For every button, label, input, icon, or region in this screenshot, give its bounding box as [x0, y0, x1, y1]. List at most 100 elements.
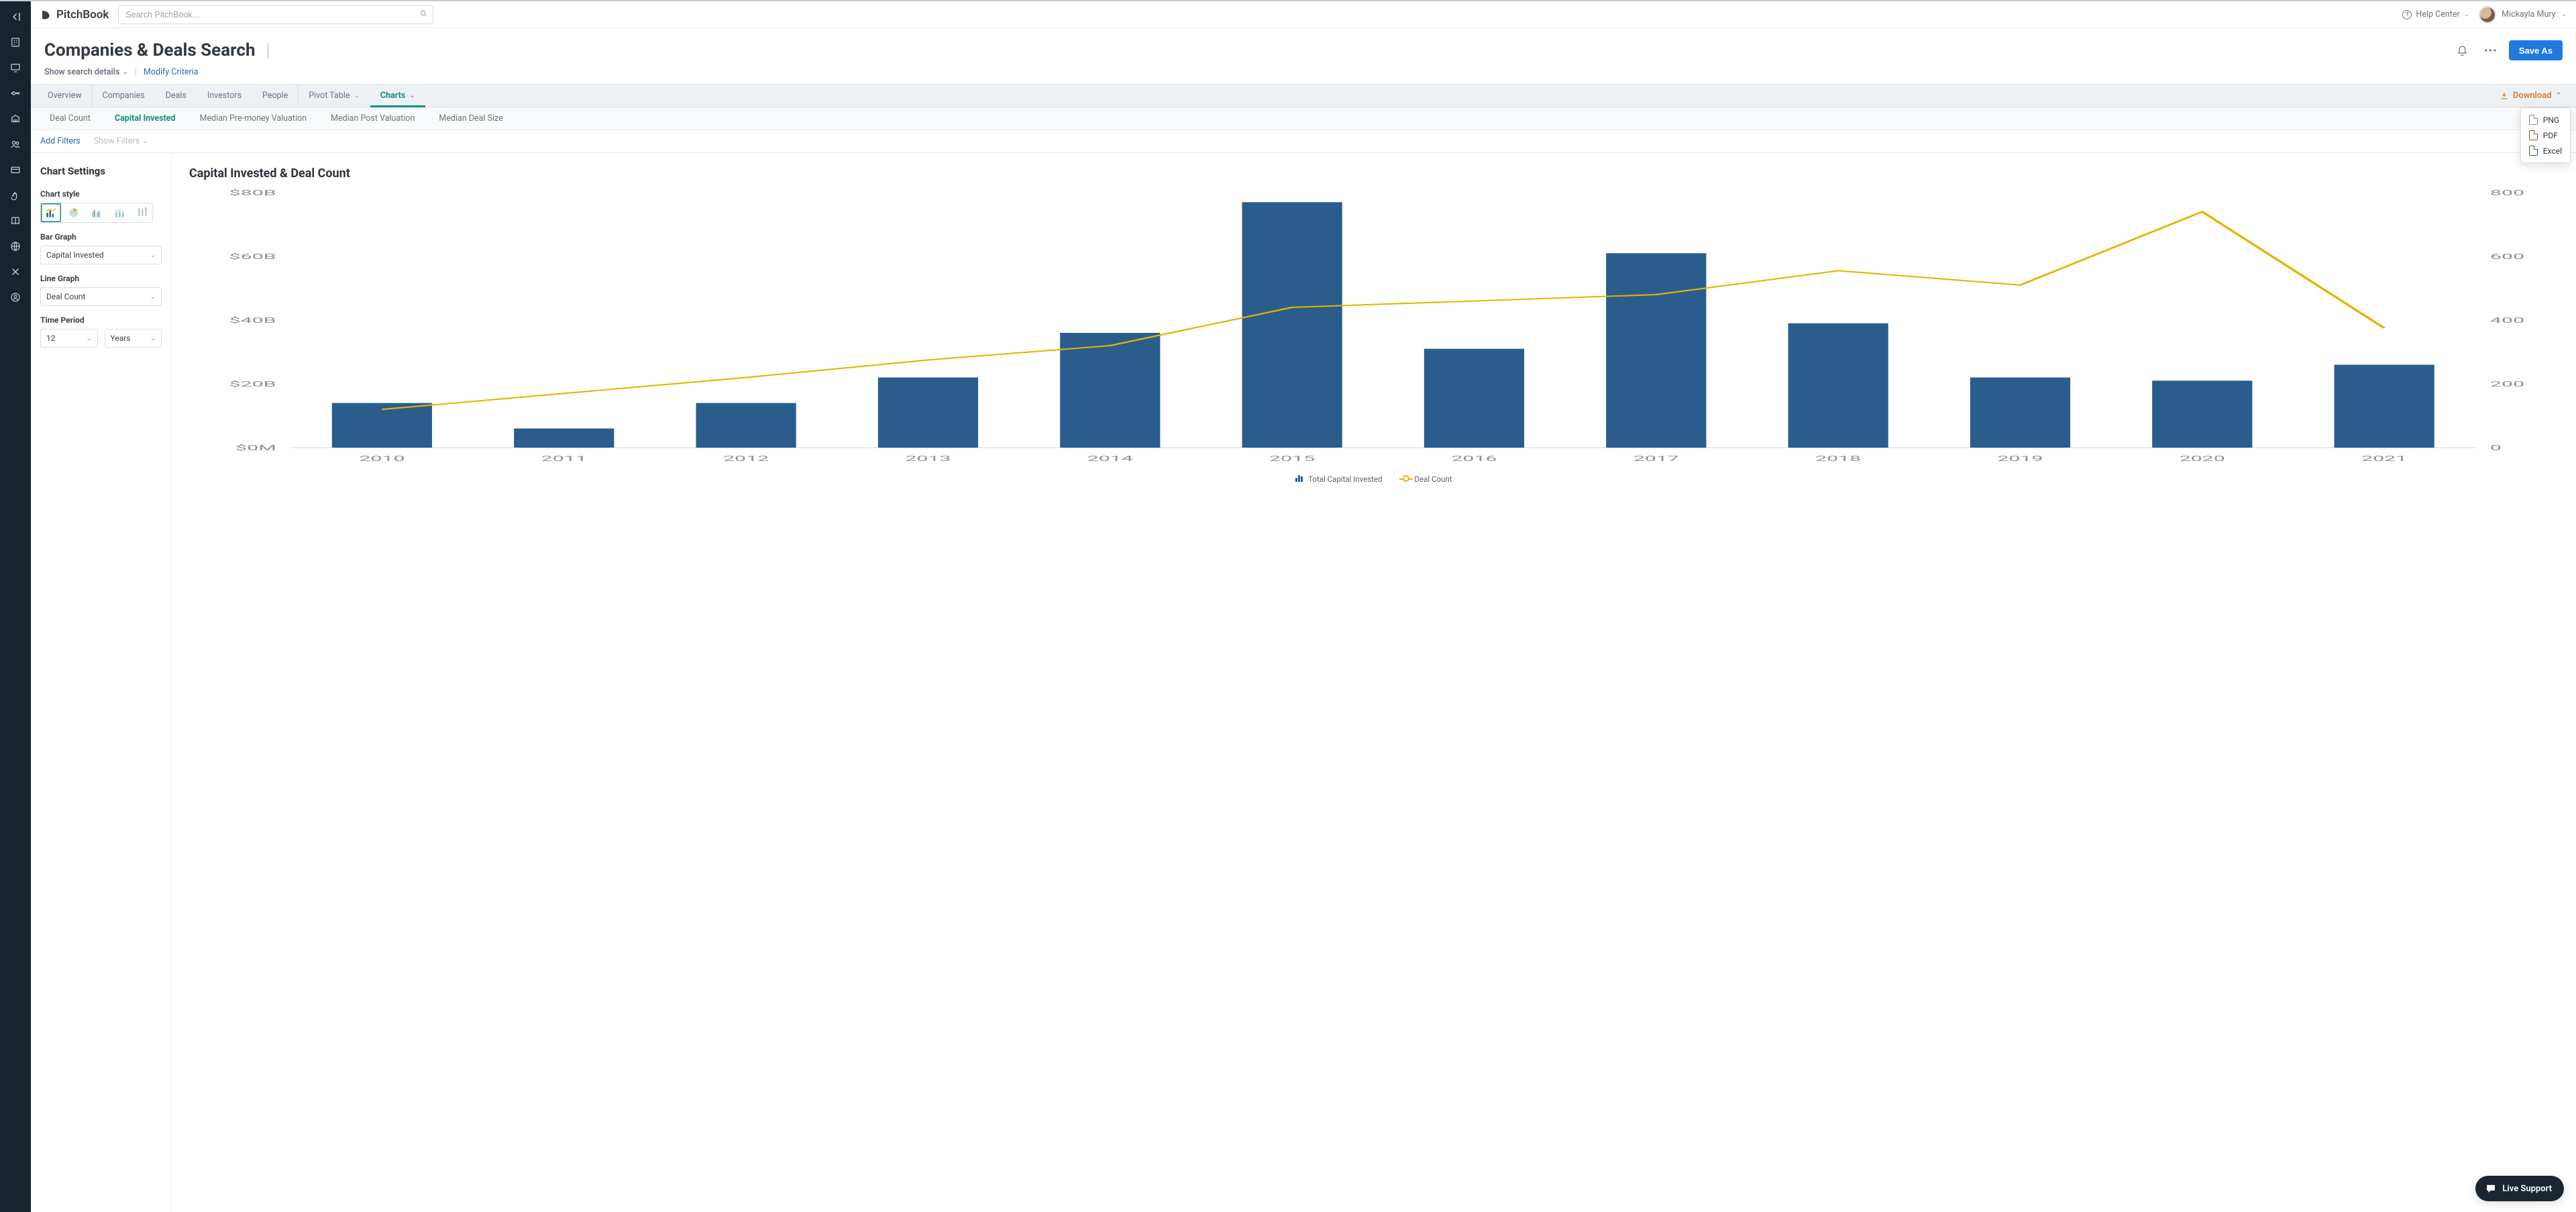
svg-text:2015: 2015: [1269, 454, 1315, 463]
help-icon: ?: [2402, 10, 2412, 19]
style-pie[interactable]: [64, 203, 84, 222]
svg-text:2016: 2016: [1451, 454, 1497, 463]
bar: [1606, 253, 1706, 448]
download-png[interactable]: PNG: [2521, 112, 2570, 128]
title-caret: |: [266, 40, 270, 60]
subtab-median-deal-size[interactable]: Median Deal Size: [427, 107, 515, 130]
nav-book-icon[interactable]: [9, 215, 21, 227]
style-grouped-bar[interactable]: [87, 203, 107, 222]
bar: [696, 403, 796, 448]
bar-graph-select[interactable]: Capital Invested ⌄: [40, 246, 162, 264]
brand-text: PitchBook: [56, 8, 109, 21]
svg-text:2018: 2018: [1815, 454, 1861, 463]
show-details-toggle[interactable]: Show search details ⌄: [44, 67, 128, 77]
tab-deals[interactable]: Deals: [156, 85, 197, 107]
line-graph-select[interactable]: Deal Count ⌄: [40, 287, 162, 306]
bar: [2152, 381, 2252, 448]
chart-legend: Total Capital Invested Deal Count: [189, 474, 2559, 484]
svg-text:200: 200: [2490, 380, 2524, 389]
style-stacked-bar[interactable]: [109, 203, 129, 222]
nav-companies-icon[interactable]: [9, 36, 21, 48]
nav-globe-icon[interactable]: [9, 240, 21, 252]
bar: [1424, 349, 1524, 448]
subtab-median-pre-money-valuation[interactable]: Median Pre-money Valuation: [188, 107, 319, 130]
chevron-down-icon: ⌄: [354, 92, 360, 99]
page-header: Companies & Deals Search | Show search d…: [31, 28, 2576, 85]
nav-tools-icon[interactable]: [9, 266, 21, 278]
help-center[interactable]: ? Help Center ⌄: [2402, 9, 2469, 19]
svg-text:2012: 2012: [723, 454, 769, 463]
tab-investors[interactable]: Investors: [197, 85, 252, 107]
svg-text:0: 0: [2490, 444, 2502, 452]
nav-institution-icon[interactable]: [9, 113, 21, 125]
topbar: PitchBook ? Help Center ⌄ Mickayla Mury …: [31, 1, 2576, 28]
download-menu-toggle[interactable]: Download ⌃: [2491, 85, 2569, 107]
bar: [1788, 323, 1888, 448]
svg-text:2010: 2010: [359, 454, 405, 463]
brand-logo[interactable]: PitchBook: [40, 8, 109, 21]
tab-companies[interactable]: Companies: [93, 85, 156, 107]
user-menu[interactable]: Mickayla Mury ⌄: [2479, 6, 2567, 23]
notifications-icon[interactable]: [2453, 40, 2473, 60]
svg-text:$80B: $80B: [229, 189, 276, 197]
svg-text:$60B: $60B: [229, 252, 276, 261]
page-title: Companies & Deals Search: [44, 40, 256, 60]
file-pdf-icon: [2529, 130, 2538, 140]
bar: [878, 378, 978, 448]
left-nav-rail: [0, 1, 31, 1212]
nav-profile-icon[interactable]: [9, 291, 21, 303]
bar: [2334, 365, 2434, 448]
tab-charts[interactable]: Charts⌄: [370, 85, 426, 107]
chart-area: Capital Invested & Deal Count $0M$20B$40…: [172, 153, 2576, 1212]
time-period-unit-select[interactable]: Years ⌄: [105, 329, 162, 348]
style-range-bar[interactable]: [132, 203, 152, 222]
style-label: Chart style: [40, 189, 162, 199]
tab-people[interactable]: People: [252, 85, 299, 107]
chart-subtabs: Deal CountCapital InvestedMedian Pre-mon…: [31, 107, 2576, 130]
download-menu: PNG PDF Excel: [2520, 107, 2571, 163]
line-series: [382, 212, 2384, 410]
svg-text:600: 600: [2490, 252, 2524, 261]
search-input[interactable]: [118, 5, 433, 24]
nav-deals-icon[interactable]: [9, 87, 21, 99]
live-support-button[interactable]: Live Support: [2475, 1176, 2564, 1201]
svg-text:2011: 2011: [541, 454, 587, 463]
line-graph-label: Line Graph: [40, 274, 162, 283]
svg-text:2019: 2019: [1997, 454, 2043, 463]
nav-screen-icon[interactable]: [9, 62, 21, 74]
svg-text:2021: 2021: [2361, 454, 2407, 463]
subtab-median-post-valuation[interactable]: Median Post Valuation: [319, 107, 427, 130]
global-search: [118, 5, 433, 24]
svg-text:2014: 2014: [1087, 454, 1133, 463]
nav-card-icon[interactable]: [9, 164, 21, 176]
results-tabs: OverviewCompaniesDealsInvestorsPeoplePiv…: [31, 85, 2576, 107]
collapse-icon[interactable]: [9, 11, 21, 23]
nav-people-icon[interactable]: [9, 138, 21, 150]
svg-text:800: 800: [2490, 189, 2524, 197]
style-bar-line[interactable]: [41, 203, 61, 222]
svg-text:$0M: $0M: [235, 444, 276, 452]
tab-pivot-table[interactable]: Pivot Table⌄: [299, 85, 370, 107]
bar: [1060, 333, 1160, 448]
svg-text:$20B: $20B: [229, 380, 276, 389]
file-excel-icon: [2529, 146, 2538, 156]
save-as-button[interactable]: Save As: [2509, 40, 2563, 60]
subtab-capital-invested[interactable]: Capital Invested: [103, 107, 188, 130]
chevron-down-icon: ⌄: [122, 68, 127, 76]
download-pdf[interactable]: PDF: [2521, 128, 2570, 143]
svg-text:2013: 2013: [905, 454, 951, 463]
time-period-number-select[interactable]: 12 ⌄: [40, 329, 98, 348]
chevron-down-icon: ⌄: [142, 138, 148, 145]
legend-line: Deal Count: [1403, 474, 1452, 484]
tab-overview[interactable]: Overview: [38, 85, 93, 107]
more-icon[interactable]: [2481, 40, 2501, 60]
modify-criteria-link[interactable]: Modify Criteria: [144, 67, 199, 77]
download-excel[interactable]: Excel: [2521, 143, 2570, 158]
chevron-down-icon: ⌄: [150, 335, 156, 342]
subtab-deal-count[interactable]: Deal Count: [38, 107, 103, 130]
nav-hand-icon[interactable]: [9, 189, 21, 201]
bar: [1242, 202, 1342, 448]
show-filters-toggle[interactable]: Show Filters ⌄: [94, 136, 148, 146]
bar: [332, 403, 432, 448]
add-filters-link[interactable]: Add Filters: [40, 136, 80, 146]
